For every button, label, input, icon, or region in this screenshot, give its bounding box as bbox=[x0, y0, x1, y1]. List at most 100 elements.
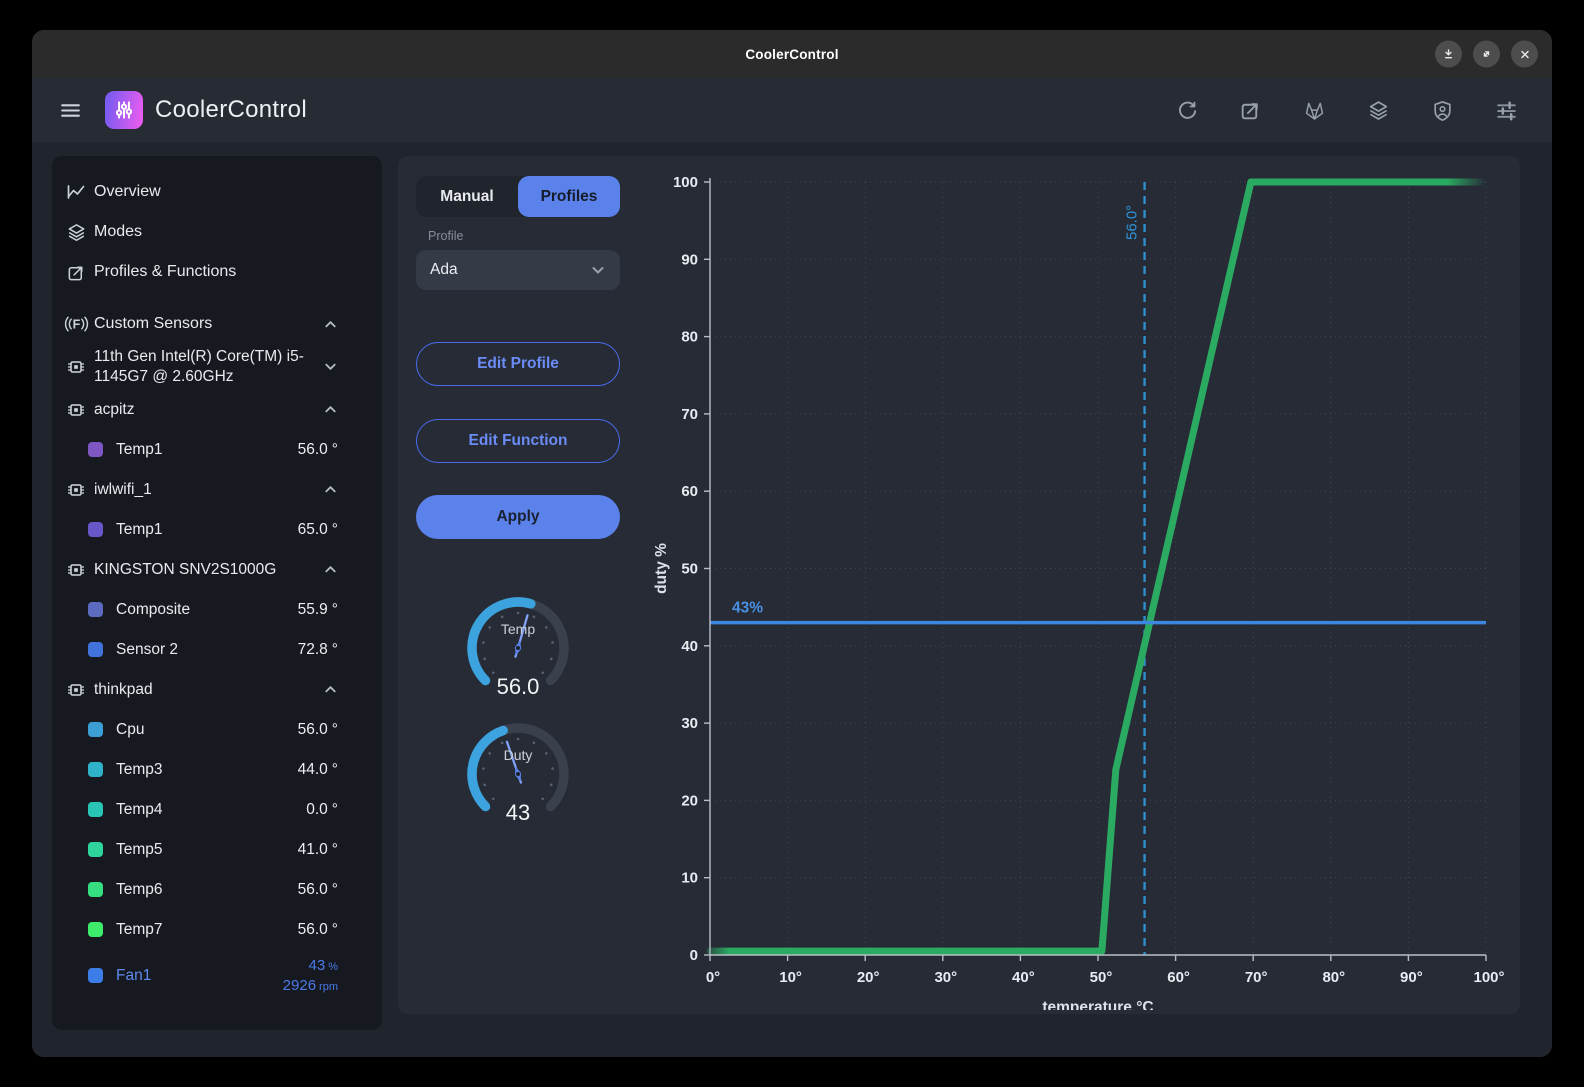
svg-text:30: 30 bbox=[681, 715, 698, 732]
refresh-icon[interactable] bbox=[1175, 99, 1198, 122]
temp-sensor-row[interactable]: Sensor 272.8° bbox=[52, 630, 382, 670]
svg-text:20°: 20° bbox=[857, 969, 880, 986]
layers-icon bbox=[62, 222, 90, 243]
svg-text:F: F bbox=[72, 317, 80, 331]
sensor-color-chip bbox=[88, 968, 103, 983]
y-axis-title: duty % bbox=[653, 543, 670, 594]
svg-text:90: 90 bbox=[681, 251, 698, 268]
chevron-down-icon bbox=[323, 359, 338, 374]
fan-sensor-row[interactable]: Fan143%2926rpm bbox=[52, 950, 382, 1002]
profile-select[interactable]: Ada bbox=[416, 250, 620, 290]
apply-button[interactable]: Apply bbox=[416, 495, 620, 539]
svg-text:10°: 10° bbox=[779, 969, 802, 986]
edit-profile-button[interactable]: Edit Profile bbox=[416, 342, 620, 386]
sensor-label: Temp7 bbox=[116, 921, 298, 939]
temp-sensor-row[interactable]: Temp40.0° bbox=[52, 790, 382, 830]
sensor-label: Temp3 bbox=[116, 761, 298, 779]
device-row[interactable]: iwlwifi_1 bbox=[52, 470, 382, 510]
sensor-color-chip bbox=[88, 522, 103, 537]
maximize-icon bbox=[1480, 48, 1493, 61]
gauge-label: Temp bbox=[501, 621, 535, 637]
window-controls bbox=[1435, 41, 1538, 68]
sensor-label: Sensor 2 bbox=[116, 641, 298, 659]
gitlab-icon[interactable] bbox=[1303, 99, 1326, 122]
device-name: KINGSTON SNV2S1000G bbox=[94, 560, 323, 580]
sensor-label: Fan1 bbox=[116, 967, 283, 985]
app-header: CoolerControl bbox=[32, 78, 1552, 142]
svg-text:60°: 60° bbox=[1167, 969, 1190, 986]
tab-profiles[interactable]: Profiles bbox=[518, 176, 620, 217]
temp-sensor-row[interactable]: Temp165.0° bbox=[52, 510, 382, 550]
maximize-button[interactable] bbox=[1473, 41, 1500, 68]
titlebar: CoolerControl bbox=[32, 30, 1552, 78]
chip-icon bbox=[62, 480, 90, 500]
open-external-icon[interactable] bbox=[1239, 99, 1262, 122]
temp-sensor-row[interactable]: Temp344.0° bbox=[52, 750, 382, 790]
mode-toggle: Manual Profiles bbox=[416, 176, 620, 217]
temp-sensor-row[interactable]: Temp156.0° bbox=[52, 430, 382, 470]
minimize-icon bbox=[1442, 48, 1455, 61]
temp-sensor-row[interactable]: Temp541.0° bbox=[52, 830, 382, 870]
chart-axes bbox=[704, 178, 1486, 961]
sensor-label: Temp1 bbox=[116, 521, 298, 539]
sidebar-item-overview[interactable]: Overview bbox=[52, 172, 382, 212]
close-button[interactable] bbox=[1511, 41, 1538, 68]
minimize-button[interactable] bbox=[1435, 41, 1462, 68]
sensor-value: 56.0° bbox=[298, 441, 338, 459]
svg-text:10: 10 bbox=[681, 870, 698, 887]
device-row[interactable]: acpitz bbox=[52, 390, 382, 430]
fan-readings: 43%2926rpm bbox=[283, 956, 338, 995]
sidebar-item-modes[interactable]: Modes bbox=[52, 212, 382, 252]
custom-sensors-icon: F bbox=[62, 313, 90, 335]
app-logo bbox=[105, 91, 143, 129]
svg-text:100°: 100° bbox=[1473, 969, 1504, 986]
device-name: iwlwifi_1 bbox=[94, 480, 323, 500]
layers-icon[interactable] bbox=[1367, 99, 1390, 122]
profile-chart: 43%56.0°01020304050607080901000°10°20°30… bbox=[650, 165, 1518, 1010]
device-row[interactable]: KINGSTON SNV2S1000G bbox=[52, 550, 382, 590]
chevron-up-icon bbox=[323, 402, 338, 417]
svg-text:60: 60 bbox=[681, 483, 698, 500]
sensor-value: 0.0° bbox=[306, 801, 338, 819]
temp-gauge-dial: Temp56.0 bbox=[460, 590, 576, 706]
section-label: Custom Sensors bbox=[94, 315, 212, 333]
sidebar-item-custom-sensors[interactable]: F Custom Sensors bbox=[52, 304, 382, 344]
svg-text:40°: 40° bbox=[1012, 969, 1035, 986]
device-row[interactable]: 11th Gen Intel(R) Core(TM) i5-1145G7 @ 2… bbox=[52, 344, 382, 390]
sensor-value: 56.0° bbox=[298, 721, 338, 739]
temp-sensor-row[interactable]: Composite55.9° bbox=[52, 590, 382, 630]
svg-text:100: 100 bbox=[673, 174, 698, 191]
sidebar-item-label: Overview bbox=[94, 183, 161, 201]
chip-icon bbox=[62, 680, 90, 700]
sidebar-item-label: Profiles & Functions bbox=[94, 263, 236, 281]
sidebar-item-profiles-functions[interactable]: Profiles & Functions bbox=[52, 252, 382, 292]
device-row[interactable]: thinkpad bbox=[52, 670, 382, 710]
sensor-label: Temp4 bbox=[116, 801, 306, 819]
duty-line-label: 43% bbox=[732, 600, 763, 617]
shield-user-icon[interactable] bbox=[1431, 99, 1454, 122]
profile-field-label: Profile bbox=[428, 229, 463, 243]
tab-manual[interactable]: Manual bbox=[416, 176, 518, 217]
header-actions bbox=[1175, 99, 1518, 122]
svg-text:70°: 70° bbox=[1245, 969, 1268, 986]
menu-button[interactable] bbox=[58, 98, 83, 123]
temp-sensor-row[interactable]: Temp756.0° bbox=[52, 910, 382, 950]
sensor-value: 56.0° bbox=[298, 921, 338, 939]
chevron-up-icon bbox=[323, 562, 338, 577]
settings-sliders-icon[interactable] bbox=[1495, 99, 1518, 122]
content-area: Overview Modes Profiles & Functions F Cu… bbox=[32, 142, 1552, 1057]
sensor-label: Cpu bbox=[116, 721, 298, 739]
sensor-value: 65.0° bbox=[298, 521, 338, 539]
chip-icon bbox=[62, 357, 90, 377]
svg-text:0: 0 bbox=[690, 947, 698, 964]
temp-sensor-row[interactable]: Cpu56.0° bbox=[52, 710, 382, 750]
duty-gauge: Duty43 bbox=[460, 716, 576, 837]
svg-text:0°: 0° bbox=[706, 969, 720, 986]
sensor-color-chip bbox=[88, 842, 103, 857]
close-icon bbox=[1519, 48, 1531, 60]
line-chart-icon bbox=[62, 181, 90, 203]
edit-function-button[interactable]: Edit Function bbox=[416, 419, 620, 463]
sensor-value: 41.0° bbox=[298, 841, 338, 859]
svg-text:50°: 50° bbox=[1090, 969, 1113, 986]
temp-sensor-row[interactable]: Temp656.0° bbox=[52, 870, 382, 910]
